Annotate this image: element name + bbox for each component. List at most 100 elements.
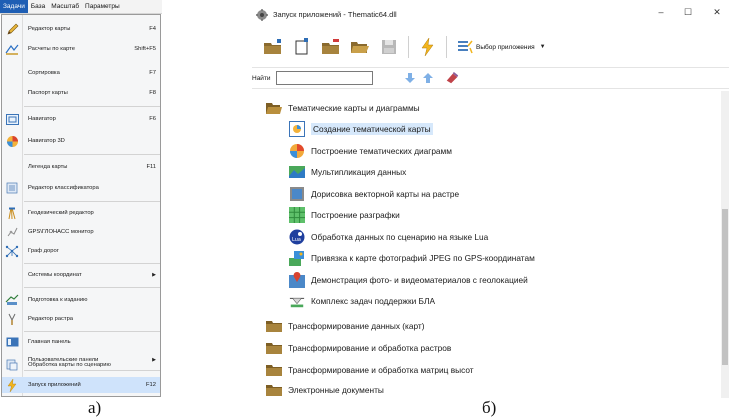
pencil-icon	[2, 21, 22, 37]
menu-item-road-graph[interactable]: Граф дорог	[2, 243, 160, 259]
menu-item-legend[interactable]: Легенда карты F11	[2, 159, 160, 175]
eraser-button[interactable]	[445, 71, 459, 85]
navigator-icon	[2, 111, 22, 127]
gps-icon	[2, 224, 22, 240]
svg-text:Lua: Lua	[292, 237, 301, 243]
submenu-arrow-icon: ▶	[152, 272, 156, 278]
arrow-up-button[interactable]	[421, 71, 435, 85]
script-icon	[2, 357, 22, 373]
edit-folder-button[interactable]	[320, 36, 342, 58]
toolbar-separator	[408, 36, 409, 58]
menu-item-raster-editor[interactable]: Редактор растра	[2, 311, 160, 327]
menu-item-classifier-editor[interactable]: Редактор классификатора	[2, 180, 160, 196]
menubar-base[interactable]: База	[28, 0, 48, 13]
app-icon	[256, 8, 268, 21]
menu-item-script-processing[interactable]: Обработка карты по сценарию	[2, 357, 160, 373]
menu-item-gps-monitor[interactable]: GPS\ГЛОНАСС монитор	[2, 224, 160, 240]
save-button[interactable]	[378, 36, 400, 58]
search-label: Найти	[252, 74, 271, 82]
toolbar: Выбор приложения ▼	[252, 28, 729, 66]
tree-item-vector-on-raster[interactable]: Дорисовка векторной карты на растре	[289, 184, 459, 204]
lua-icon: Lua	[289, 229, 305, 245]
main-panel-icon	[2, 334, 22, 350]
toolbar-separator	[446, 36, 447, 58]
geodesic-icon	[2, 205, 22, 221]
tree-item-grid-layout[interactable]: Построение разграфки	[289, 205, 400, 225]
menu-item-coordinate-systems[interactable]: Системы координат ▶	[2, 267, 160, 283]
folder-icon	[266, 340, 282, 356]
title-bar: Запуск приложений - Thematic64.dll – ☐ ✕	[252, 3, 729, 25]
folder-icon	[266, 318, 282, 334]
eraser-icon	[446, 71, 458, 84]
open-folder-button[interactable]	[349, 36, 371, 58]
menu-separator	[24, 154, 160, 155]
open-folder-icon	[266, 100, 282, 116]
menu-item-navigator-3d[interactable]: Навигатор 3D	[2, 133, 160, 149]
menu-item-sort[interactable]: Сортировка F7	[2, 65, 160, 81]
print-prep-icon	[2, 292, 22, 308]
tasks-menu: Задачи База Масштаб Параметры Редактор к…	[0, 0, 162, 397]
select-app-icon	[458, 40, 473, 54]
raster-editor-icon	[2, 311, 22, 327]
menu-separator	[24, 201, 160, 202]
menu-item-launch-apps[interactable]: Запуск приложений F12	[2, 377, 160, 393]
media-geo-icon	[289, 272, 305, 288]
menu-separator	[24, 263, 160, 264]
lightning-icon	[2, 377, 22, 393]
menubar-parameters[interactable]: Параметры	[82, 0, 123, 13]
run-button[interactable]	[416, 36, 438, 58]
tree-item-geo-media-demo[interactable]: Демонстрация фото- и видеоматериалов с г…	[289, 270, 528, 290]
animation-icon	[289, 164, 305, 180]
tree-group-raster-transform[interactable]: Трансформирование и обработка растров	[266, 338, 451, 358]
search-input[interactable]	[275, 71, 373, 85]
folder-icon	[266, 382, 282, 398]
scrollbar-thumb[interactable]	[722, 209, 728, 365]
apps-tree: Тематические карты и диаграммы Создание …	[252, 91, 720, 398]
classifier-icon	[2, 180, 22, 196]
thematic-map-icon	[289, 121, 305, 137]
menubar-tasks[interactable]: Задачи	[0, 0, 28, 13]
menu-separator	[24, 331, 160, 332]
menu-item-map-calculations[interactable]: Расчеты по карте Shift+F5	[2, 41, 160, 57]
launch-apps-window: Запуск приложений - Thematic64.dll – ☐ ✕…	[252, 3, 729, 398]
select-app-button[interactable]: Выбор приложения ▼	[457, 36, 546, 58]
tree-item-jpeg-gps-binding[interactable]: Привязка к карте фотографий JPEG по GPS-…	[289, 248, 535, 268]
menubar-scale[interactable]: Масштаб	[48, 0, 82, 13]
pie-chart-icon	[289, 143, 305, 159]
tree-group-data-transform[interactable]: Трансформирование данных (карт)	[266, 316, 424, 336]
vector-on-raster-icon	[289, 186, 305, 202]
new-folder-button[interactable]	[262, 36, 284, 58]
caption-a: а)	[88, 398, 102, 417]
tree-item-uav-support[interactable]: Комплекс задач поддержки БЛА	[289, 291, 435, 311]
search-bar: Найти	[252, 67, 729, 89]
tree-group-e-documents[interactable]: Электронные документы	[266, 380, 384, 398]
tasks-dropdown: Редактор карты F4 Расчеты по карте Shift…	[1, 14, 161, 397]
folder-icon	[266, 362, 282, 378]
menu-separator	[24, 106, 160, 107]
tree-item-lua-processing[interactable]: Lua Обработка данных по сценарию на язык…	[289, 227, 488, 247]
vertical-scrollbar[interactable]	[721, 91, 729, 398]
menu-item-geodesic-editor[interactable]: Геодезический редактор	[2, 205, 160, 221]
tree-group-thematic[interactable]: Тематические карты и диаграммы	[266, 98, 420, 118]
tree-item-create-thematic-map[interactable]: Создание тематической карты	[289, 119, 433, 139]
close-button[interactable]: ✕	[706, 7, 728, 18]
tree-item-thematic-diagrams[interactable]: Построение тематических диаграмм	[289, 141, 452, 161]
arrow-down-icon	[404, 73, 415, 83]
navigator-3d-icon	[2, 133, 22, 149]
menu-item-main-panel[interactable]: Главная панель	[2, 334, 160, 350]
menu-item-print-prep[interactable]: Подготовка к изданию	[2, 292, 160, 308]
menu-item-navigator[interactable]: Навигатор F6	[2, 111, 160, 127]
maximize-button[interactable]: ☐	[677, 7, 699, 18]
menubar: Задачи База Масштаб Параметры	[0, 0, 162, 14]
menu-item-map-passport[interactable]: Паспорт карты F8	[2, 85, 160, 101]
ruler-icon	[2, 41, 22, 57]
tree-group-height-matrix[interactable]: Трансформирование и обработка матриц выс…	[266, 360, 474, 380]
caption-b: б)	[482, 398, 497, 417]
window-title: Запуск приложений - Thematic64.dll	[273, 9, 397, 19]
new-file-button[interactable]	[291, 36, 313, 58]
tree-item-data-animation[interactable]: Мультипликация данных	[289, 162, 406, 182]
drone-icon	[289, 293, 305, 309]
minimize-button[interactable]: –	[650, 7, 672, 17]
menu-item-map-editor[interactable]: Редактор карты F4	[2, 21, 160, 37]
arrow-down-button[interactable]	[403, 71, 417, 85]
